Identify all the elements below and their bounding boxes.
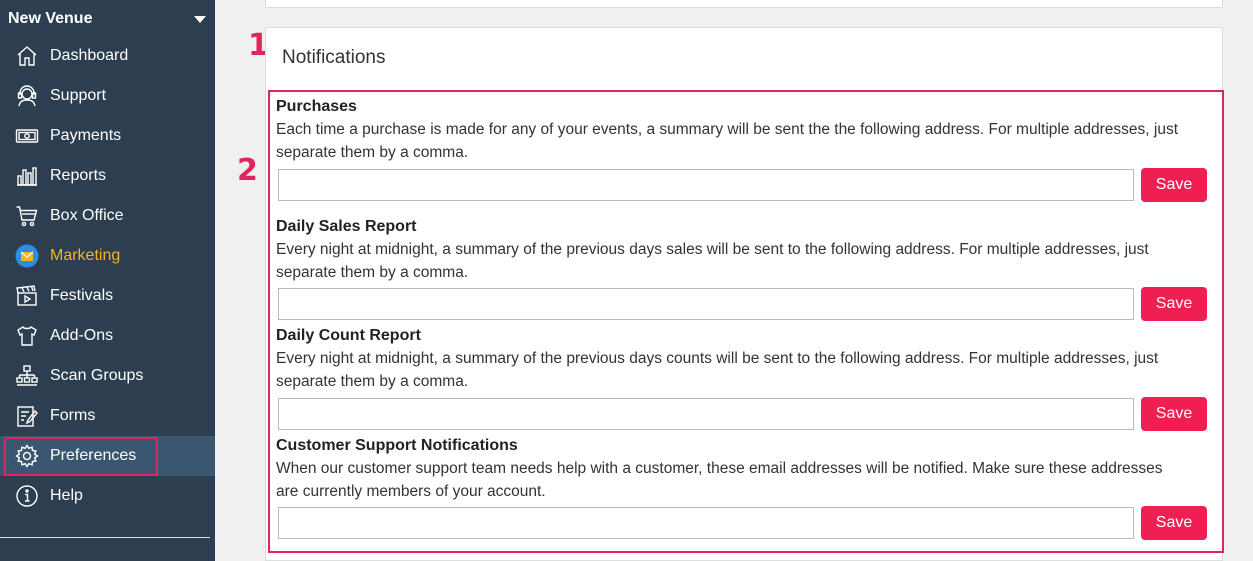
- sidebar-item-label: Support: [50, 87, 107, 104]
- sidebar-item-support[interactable]: Support: [0, 76, 215, 116]
- section-title: Daily Sales Report: [276, 218, 417, 235]
- bar-chart-icon: [14, 163, 40, 189]
- sidebar-item-label: Reports: [50, 167, 107, 184]
- cart-icon: [14, 203, 40, 229]
- purchases-save-button[interactable]: Save: [1141, 168, 1207, 202]
- section-title: Purchases: [276, 98, 357, 115]
- tshirt-icon: [14, 323, 40, 349]
- sidebar-item-label: Scan Groups: [50, 367, 144, 384]
- sidebar-item-label: Add-Ons: [50, 327, 114, 344]
- sidebar-item-payments[interactable]: Payments: [0, 116, 215, 156]
- sidebar-item-help[interactable]: Help: [0, 476, 215, 516]
- description-line: separate them by a comma.: [276, 144, 469, 161]
- section-title: Customer Support Notifications: [276, 437, 518, 454]
- customer-support-email-input[interactable]: [278, 507, 1134, 539]
- purchases-row: Save: [278, 168, 1208, 202]
- description-line: Every night at midnight, a summary of th…: [276, 350, 1159, 367]
- section-description: Every night at midnight, a summary of th…: [276, 347, 1216, 393]
- daily-sales-save-button[interactable]: Save: [1141, 287, 1207, 321]
- sidebar-item-label: Marketing: [50, 247, 121, 264]
- description-line: are currently members of your account.: [276, 483, 546, 500]
- sidebar: New Venue Dashboard Support Payments Rep…: [0, 0, 215, 561]
- card-title: Notifications: [282, 47, 386, 68]
- venue-selector[interactable]: New Venue: [8, 9, 208, 29]
- sidebar-item-label: Box Office: [50, 207, 124, 224]
- daily-sales-row: Save: [278, 287, 1208, 321]
- section-daily-sales-report: Daily Sales Report Every night at midnig…: [276, 217, 1216, 284]
- envelope-icon: [14, 243, 40, 269]
- hierarchy-icon: [14, 363, 40, 389]
- customer-support-row: Save: [278, 506, 1208, 540]
- sidebar-item-label: Payments: [50, 127, 122, 144]
- sidebar-item-label: Help: [50, 487, 83, 504]
- sidebar-item-label: Preferences: [50, 447, 137, 464]
- daily-count-row: Save: [278, 397, 1208, 431]
- gear-icon: [14, 443, 40, 469]
- step-marker-2: 2: [237, 153, 258, 188]
- section-purchases: Purchases Each time a purchase is made f…: [276, 97, 1216, 164]
- headset-icon: [14, 83, 40, 109]
- customer-support-save-button[interactable]: Save: [1141, 506, 1207, 540]
- daily-count-email-input[interactable]: [278, 398, 1134, 430]
- sidebar-item-reports[interactable]: Reports: [0, 156, 215, 196]
- money-icon: [14, 123, 40, 149]
- sidebar-item-label: Festivals: [50, 287, 114, 304]
- daily-sales-email-input[interactable]: [278, 288, 1134, 320]
- previous-card: [265, 0, 1223, 8]
- description-line: separate them by a comma.: [276, 373, 469, 390]
- home-icon: [14, 43, 40, 69]
- section-description: Each time a purchase is made for any of …: [276, 118, 1216, 164]
- daily-count-save-button[interactable]: Save: [1141, 397, 1207, 431]
- sidebar-item-festivals[interactable]: Festivals: [0, 276, 215, 316]
- section-description: When our customer support team needs hel…: [276, 457, 1216, 503]
- purchases-email-input[interactable]: [278, 169, 1134, 201]
- caret-down-icon: [194, 15, 206, 23]
- sidebar-item-forms[interactable]: Forms: [0, 396, 215, 436]
- description-line: separate them by a comma.: [276, 264, 469, 281]
- form-edit-icon: [14, 403, 40, 429]
- sidebar-item-dashboard[interactable]: Dashboard: [0, 36, 215, 76]
- section-description: Every night at midnight, a summary of th…: [276, 238, 1216, 284]
- section-title: Daily Count Report: [276, 327, 421, 344]
- clapperboard-icon: [14, 283, 40, 309]
- sidebar-item-scan-groups[interactable]: Scan Groups: [0, 356, 215, 396]
- sidebar-item-preferences[interactable]: Preferences: [0, 436, 215, 476]
- section-daily-count-report: Daily Count Report Every night at midnig…: [276, 326, 1216, 393]
- sidebar-item-box-office[interactable]: Box Office: [0, 196, 215, 236]
- section-customer-support-notifications: Customer Support Notifications When our …: [276, 436, 1216, 503]
- info-icon: [14, 483, 40, 509]
- sidebar-item-add-ons[interactable]: Add-Ons: [0, 316, 215, 356]
- sidebar-item-label: Forms: [50, 407, 96, 424]
- sidebar-item-marketing[interactable]: Marketing: [0, 236, 215, 276]
- sidebar-item-label: Dashboard: [50, 47, 129, 64]
- description-line: Each time a purchase is made for any of …: [276, 121, 1179, 138]
- description-line: When our customer support team needs hel…: [276, 460, 1163, 477]
- sidebar-divider: [0, 537, 210, 538]
- venue-name: New Venue: [8, 10, 93, 27]
- description-line: Every night at midnight, a summary of th…: [276, 241, 1149, 258]
